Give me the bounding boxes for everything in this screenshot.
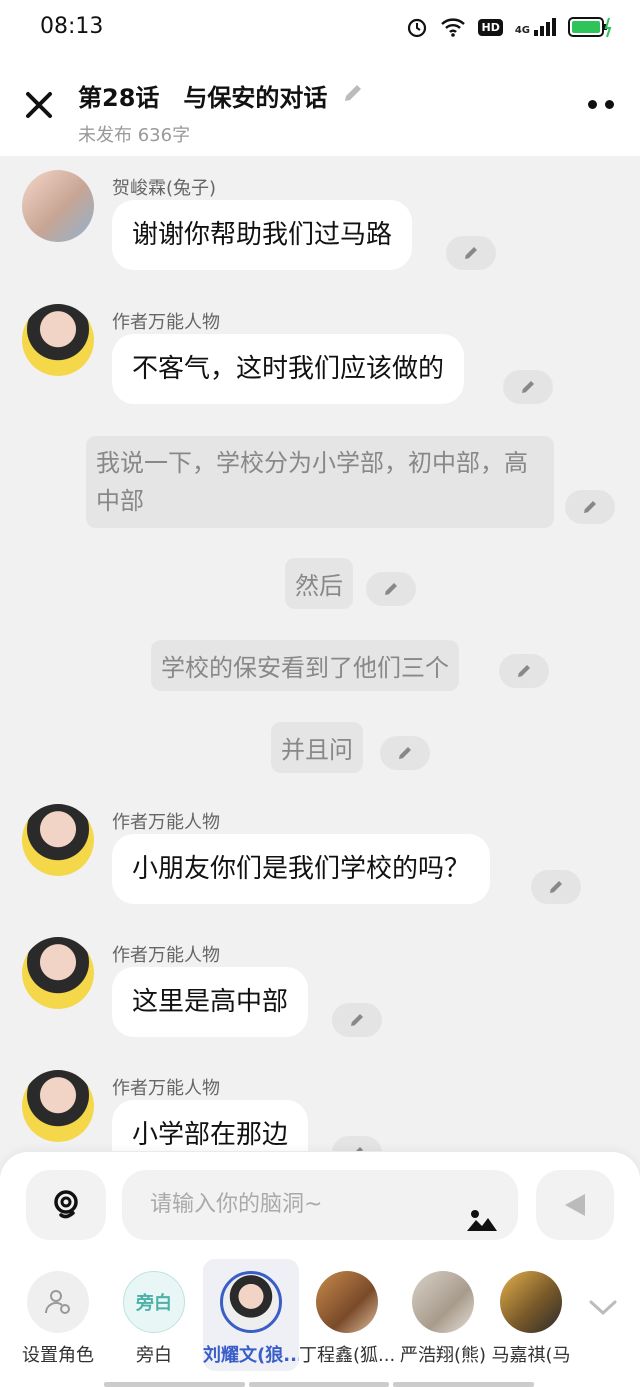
chevron-down-icon — [589, 1300, 617, 1316]
episode-title-text: 第28话 与保安的对话 — [78, 84, 328, 112]
hd-icon: HD — [478, 18, 503, 36]
narration-bubble[interactable]: 并且问 — [271, 722, 363, 773]
send-button[interactable] — [536, 1170, 614, 1240]
role-label: 马嘉祺(马 — [491, 1345, 571, 1366]
role-selector: 设置角色 旁白 旁白 刘耀文(狼... 丁程鑫(狐... 严浩翔(熊) 马嘉祺(… — [0, 1256, 640, 1381]
message-bubble[interactable]: 小学部在那边 — [112, 1100, 309, 1151]
speaker-name: 作者万能人物 — [112, 1078, 220, 1099]
role-label: 旁白 — [136, 1345, 172, 1366]
expand-roles-button[interactable] — [588, 1298, 618, 1322]
message-input[interactable]: 请输入你的脑洞~ — [122, 1170, 518, 1240]
narration-bubble[interactable]: 然后 — [285, 558, 353, 609]
wifi-icon — [440, 17, 466, 37]
speaker-name: 贺峻霖(兔子) — [112, 178, 217, 199]
more-options-button[interactable] — [588, 100, 614, 109]
avatar[interactable] — [22, 937, 94, 1009]
role-liu-yaowen[interactable]: 刘耀文(狼... — [203, 1259, 299, 1371]
pencil-icon — [518, 665, 530, 677]
role-ding-chengxin[interactable]: 丁程鑫(狐... — [299, 1259, 395, 1367]
network-type: 4G — [514, 25, 530, 36]
pencil-icon — [550, 881, 562, 893]
speaker-name: 作者万能人物 — [112, 312, 220, 333]
status-bar: 08:13 HD 4G — [0, 0, 640, 58]
pencil-icon — [385, 583, 397, 595]
avatar — [412, 1271, 474, 1333]
battery-icon — [568, 16, 612, 38]
edit-message-button[interactable] — [531, 870, 581, 904]
pencil-icon — [399, 747, 411, 759]
message-bubble[interactable]: 小朋友你们是我们学校的吗？ — [112, 834, 491, 904]
edit-message-button[interactable] — [332, 1003, 382, 1037]
role-narrator[interactable]: 旁白 旁白 — [106, 1259, 202, 1367]
role-label: 丁程鑫(狐... — [299, 1345, 395, 1366]
speaker-name: 作者万能人物 — [112, 945, 220, 966]
voice-button[interactable] — [26, 1170, 106, 1240]
scroll-indicator — [104, 1382, 535, 1387]
avatar[interactable] — [22, 170, 94, 242]
edit-message-button[interactable] — [446, 236, 496, 270]
edit-message-button[interactable] — [503, 370, 553, 404]
set-role-button[interactable]: 设置角色 — [10, 1259, 106, 1367]
speaker-name: 作者万能人物 — [112, 812, 220, 833]
narration-bubble[interactable]: 学校的保安看到了他们三个 — [151, 640, 459, 691]
pencil-icon — [351, 1014, 363, 1026]
alarm-icon — [406, 16, 428, 38]
role-ma-jiaqi[interactable]: 马嘉祺(马 — [491, 1259, 571, 1367]
send-icon — [565, 1194, 585, 1216]
avatar — [220, 1271, 282, 1333]
episode-status: 未发布 636字 — [78, 125, 191, 146]
edit-title-icon[interactable] — [341, 81, 365, 111]
image-icon[interactable] — [466, 1192, 498, 1262]
compose-panel: 请输入你的脑洞~ 设置角色 旁白 旁白 刘耀文(狼... 丁程鑫(狐... 严浩 — [0, 1152, 640, 1387]
cellular-signal-icon: 4G — [515, 18, 556, 36]
pencil-icon — [522, 381, 534, 393]
message-bubble[interactable]: 谢谢你帮助我们过马路 — [112, 200, 413, 270]
pencil-icon — [356, 1147, 363, 1151]
avatar[interactable] — [22, 804, 94, 876]
avatar — [500, 1271, 562, 1333]
edit-message-button[interactable] — [565, 490, 615, 524]
role-label: 刘耀文(狼... — [203, 1345, 299, 1366]
message-input-placeholder: 请输入你的脑洞~ — [150, 1192, 323, 1217]
avatar — [316, 1271, 378, 1333]
avatar[interactable] — [22, 1070, 94, 1142]
edit-message-button[interactable] — [499, 654, 549, 688]
status-time: 08:13 — [40, 14, 104, 39]
narrator-badge: 旁白 — [123, 1271, 185, 1333]
avatar[interactable] — [22, 304, 94, 376]
edit-message-button[interactable] — [332, 1136, 382, 1151]
role-yan-haoxiang[interactable]: 严浩翔(熊) — [395, 1259, 491, 1367]
chat-area[interactable]: 贺峻霖(兔子) 谢谢你帮助我们过马路 作者万能人物 不客气，这时我们应该做的 我… — [0, 156, 640, 1151]
pencil-icon — [584, 501, 596, 513]
episode-title[interactable]: 第28话 与保安的对话 — [78, 78, 365, 113]
swirl-icon — [54, 1190, 78, 1219]
role-label: 严浩翔(熊) — [399, 1345, 487, 1366]
person-settings-icon — [27, 1271, 89, 1333]
message-bubble[interactable]: 这里是高中部 — [112, 967, 309, 1037]
close-button[interactable] — [22, 88, 56, 122]
pencil-icon — [465, 247, 477, 259]
app-header: 第28话 与保安的对话 未发布 636字 — [0, 58, 640, 156]
message-bubble[interactable]: 不客气，这时我们应该做的 — [112, 334, 465, 404]
narration-bubble[interactable]: 我说一下，学校分为小学部，初中部，高中部 — [86, 436, 554, 528]
title-block: 第28话 与保安的对话 未发布 636字 — [78, 78, 365, 147]
edit-message-button[interactable] — [380, 736, 430, 770]
edit-message-button[interactable] — [366, 572, 416, 606]
status-icons: HD 4G — [406, 16, 612, 38]
close-icon — [26, 92, 52, 118]
role-label: 设置角色 — [22, 1345, 94, 1366]
